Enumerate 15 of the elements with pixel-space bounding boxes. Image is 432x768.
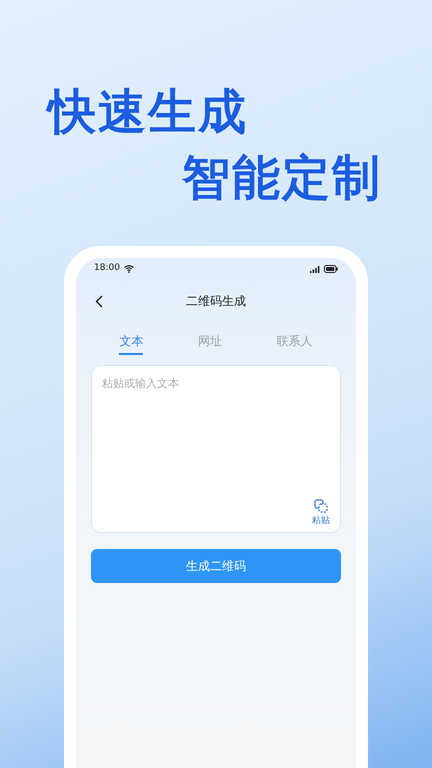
text-input[interactable]: 粘贴或输入文本 粘贴 — [91, 365, 341, 533]
back-icon — [95, 294, 103, 308]
wifi-icon — [124, 265, 134, 273]
copy-icon — [314, 498, 328, 512]
status-time: 18:00 — [94, 262, 120, 276]
headline-text: 快速生成 — [48, 82, 248, 142]
generate-button[interactable]: 生成二维码 — [91, 549, 341, 583]
paste-button[interactable]: 粘贴 — [312, 498, 330, 528]
headline-text: 智能定制 — [182, 149, 382, 208]
signal-icon — [310, 266, 320, 272]
page-title: 二维码生成 — [186, 293, 246, 310]
tab[interactable]: 联系人 — [276, 332, 313, 355]
tab[interactable]: 文本 — [119, 332, 144, 355]
tab[interactable]: 网址 — [198, 332, 222, 355]
battery-icon — [324, 265, 338, 273]
